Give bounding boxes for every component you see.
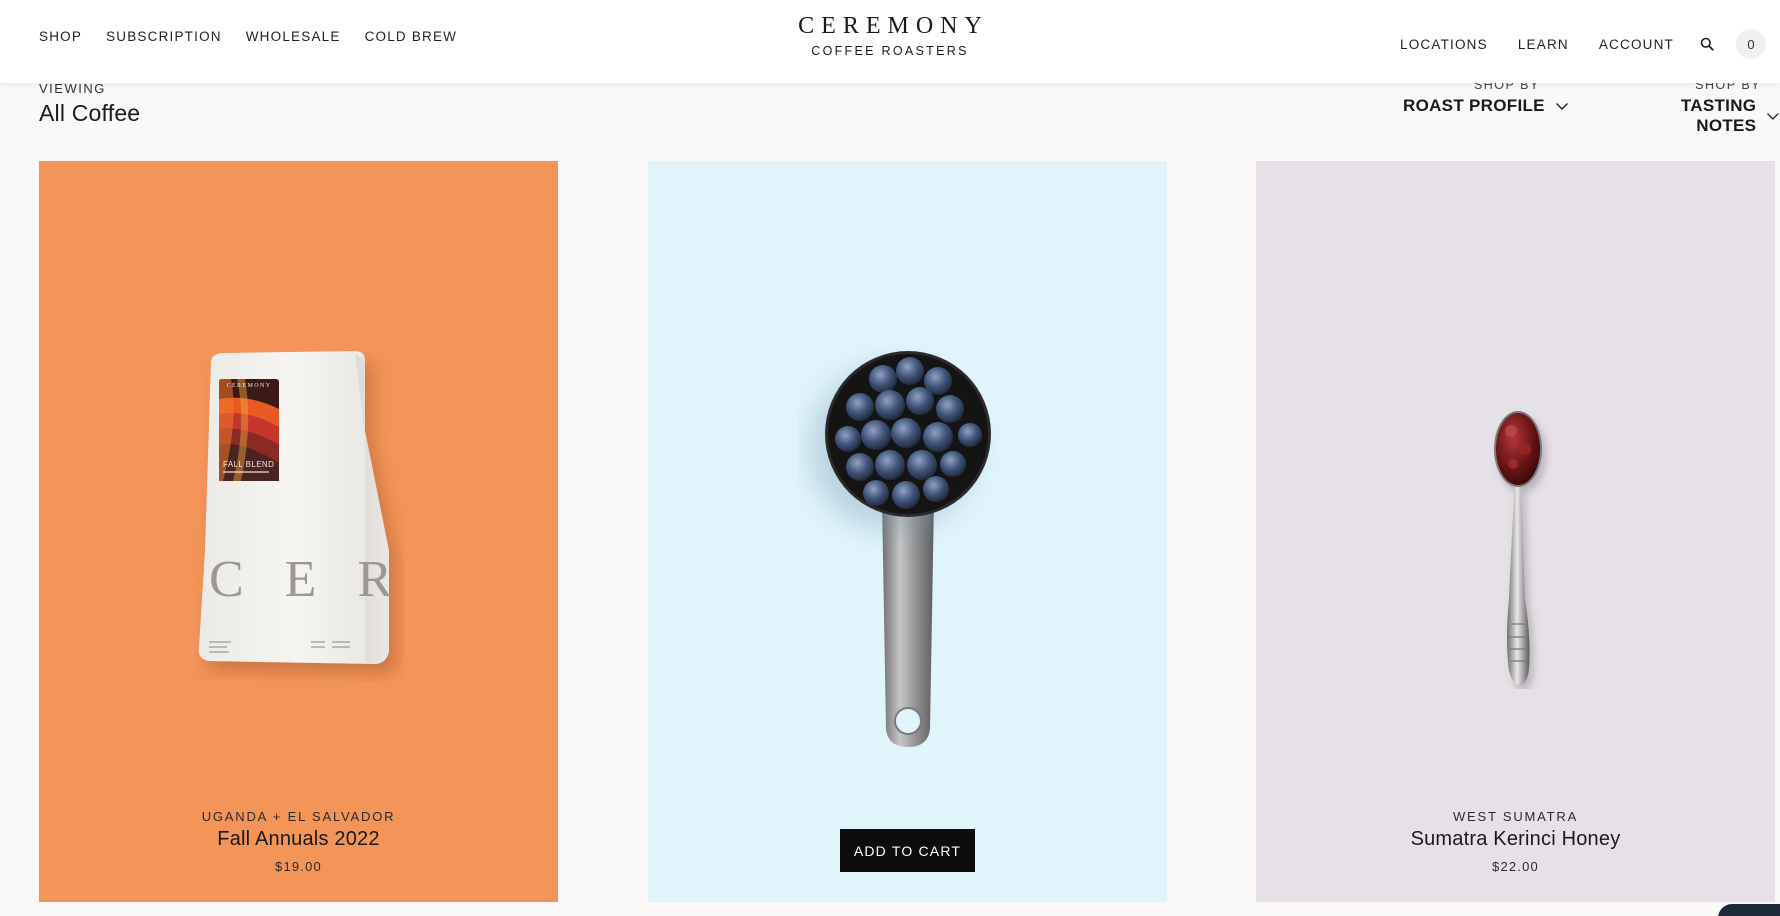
chevron-down-icon (1767, 113, 1780, 120)
logo-wordmark: CEREMONY (798, 13, 989, 39)
filter-dropdown[interactable]: ROAST PROFILE (1403, 96, 1569, 116)
nav-shop[interactable]: SHOP (39, 29, 82, 44)
cart-button[interactable]: 0 (1736, 29, 1766, 59)
chevron-down-icon (1555, 103, 1568, 110)
product-origin: WEST SUMATRA (1452, 809, 1579, 824)
product-price: $22.00 (1492, 859, 1539, 874)
secondary-nav: LOCATIONS LEARN ACCOUNT 0 (1370, 29, 1766, 59)
product-card[interactable]: ADD TO CART (648, 161, 1167, 902)
product-meta: UGANDA + EL SALVADOR Fall Annuals 2022 $… (39, 809, 558, 874)
nav-subscription[interactable]: SUBSCRIPTION (106, 29, 222, 44)
coffee-bag-image: CEREMONY FALL BLEND C E R M (198, 351, 404, 664)
logo-tagline: COFFEE ROASTERS (811, 44, 969, 58)
filter-value: ROAST PROFILE (1403, 96, 1545, 115)
nav-wholesale[interactable]: WHOLESALE (246, 29, 341, 44)
search-icon[interactable] (1698, 35, 1716, 53)
bag-print: C E R M (209, 551, 404, 608)
bag-brand: CEREMONY (227, 383, 272, 389)
filter-dropdown[interactable]: TASTING NOTES (1619, 96, 1780, 136)
site-logo[interactable]: CEREMONY COFFEE ROASTERS (791, 13, 989, 58)
roast-profile-filter[interactable]: SHOP BY ROAST PROFILE (1403, 78, 1569, 116)
product-price: $19.00 (275, 859, 322, 874)
product-card[interactable]: WEST SUMATRA Sumatra Kerinci Honey $22.0… (1256, 161, 1775, 902)
add-to-cart-button[interactable]: ADD TO CART (840, 829, 975, 872)
nav-locations[interactable]: LOCATIONS (1400, 37, 1488, 52)
primary-nav: SHOP SUBSCRIPTION WHOLESALE COLD BREW (39, 29, 481, 44)
nav-account[interactable]: ACCOUNT (1599, 37, 1674, 52)
product-meta: WEST SUMATRA Sumatra Kerinci Honey $22.0… (1256, 809, 1775, 874)
viewing-label: VIEWING (39, 81, 106, 96)
chat-widget[interactable] (1718, 904, 1780, 916)
product-name[interactable]: Fall Annuals 2022 (39, 828, 558, 851)
nav-cold-brew[interactable]: COLD BREW (365, 29, 458, 44)
product-origin: UGANDA + EL SALVADOR (201, 809, 396, 824)
viewing-indicator: VIEWING All Coffee (39, 81, 140, 127)
bag-label: FALL BLEND (223, 460, 274, 469)
site-header: SHOP SUBSCRIPTION WHOLESALE COLD BREW CE… (0, 0, 1780, 83)
nav-learn[interactable]: LEARN (1518, 37, 1569, 52)
viewing-value: All Coffee (39, 100, 141, 126)
filter-value: TASTING NOTES (1680, 96, 1757, 135)
jam-spoon-image (1494, 411, 1542, 685)
blueberry-scoop-image (825, 351, 991, 747)
product-card[interactable]: CEREMONY FALL BLEND C E R M UGANDA + EL … (39, 161, 558, 902)
tasting-notes-filter[interactable]: SHOP BY TASTING NOTES (1619, 78, 1780, 136)
product-name[interactable]: Sumatra Kerinci Honey (1256, 828, 1775, 851)
